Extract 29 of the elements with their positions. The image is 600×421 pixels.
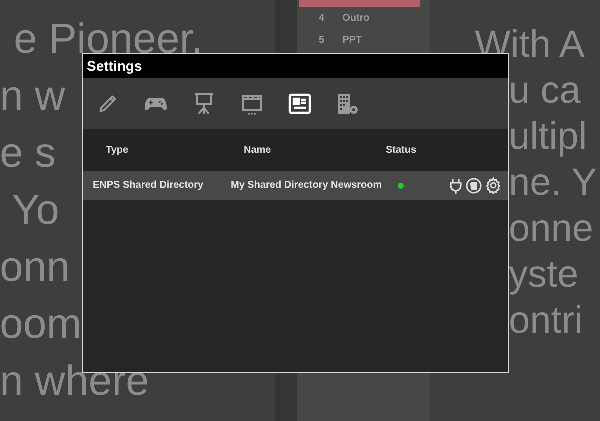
background-text: n w: [0, 71, 66, 121]
background-text: oom: [0, 299, 82, 349]
column-header: Type: [106, 144, 129, 156]
trash-icon[interactable]: [466, 178, 482, 194]
row-number: 4: [319, 13, 325, 24]
table-row[interactable]: ENPS Shared Directory My Shared Directory Newsroom: [83, 171, 508, 200]
newspaper-icon: [288, 92, 312, 114]
background-text: Yo: [12, 185, 60, 235]
plug-icon[interactable]: [449, 178, 463, 194]
playlist-item[interactable]: PPT: [342, 35, 362, 46]
row-number: 5: [319, 35, 325, 46]
background-text: onn: [0, 242, 70, 292]
playlist-item[interactable]: Outro: [342, 13, 370, 24]
background-text: ultipl: [509, 115, 588, 160]
building-gear-icon: [336, 92, 360, 116]
table-cell: ENPS Shared Directory: [93, 180, 204, 191]
background-text: e s: [0, 128, 56, 178]
background-text: ne. Y: [509, 161, 598, 206]
settings-icon[interactable]: [485, 177, 502, 194]
easel-icon: [193, 92, 215, 116]
background-text: onne: [509, 207, 594, 252]
pencil-icon: [97, 92, 119, 114]
background-text: ontri: [509, 299, 583, 344]
background-text: yste: [509, 253, 579, 298]
column-header: Status: [386, 144, 417, 156]
background-text: u ca: [509, 69, 581, 114]
background-text: n where: [0, 356, 150, 406]
table-cell: My Shared Directory Newsroom: [231, 180, 382, 191]
column-header: Name: [244, 144, 272, 156]
